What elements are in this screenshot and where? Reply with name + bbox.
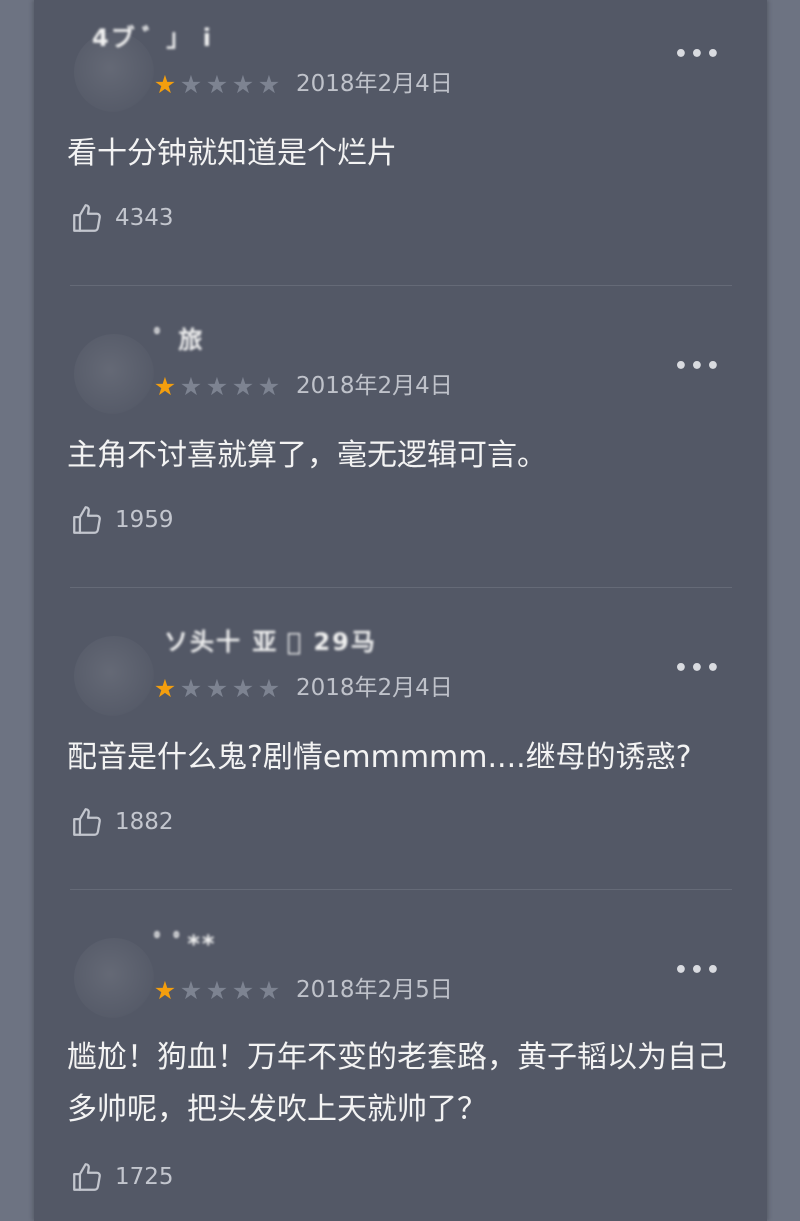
avatar[interactable]: [74, 334, 154, 414]
star-icon: ★: [179, 976, 203, 1005]
username[interactable]: ソ头十 亚 ゙ 29马: [164, 622, 377, 656]
avatar[interactable]: [74, 636, 154, 716]
thumbs-up-icon: [73, 506, 101, 534]
username[interactable]: 4ブ ﾞ 」 i: [92, 18, 213, 52]
like-button[interactable]: 1882: [70, 805, 174, 839]
star-rating: ★ ★ ★ ★ ★: [152, 976, 282, 1006]
thumbs-up-icon: [73, 204, 101, 232]
star-rating: ★ ★ ★ ★ ★: [152, 70, 282, 100]
star-icon: ★: [205, 976, 229, 1005]
username[interactable]: ﾟ 旅: [154, 320, 204, 354]
review-text: 配音是什么鬼?剧情emmmmm....继母的诱惑?: [67, 740, 692, 775]
more-horizontal-icon[interactable]: •••: [674, 356, 722, 378]
thumbs-up-icon: [73, 808, 101, 836]
like-button[interactable]: 1725: [70, 1160, 174, 1194]
review-card: ソ头十 亚 ゙ 29马 ★ ★ ★ ★ ★ 2018年2月4日 ••• 配音是什…: [34, 622, 767, 892]
review-text: 主角不讨喜就算了，毫无逻辑可言。: [67, 438, 547, 473]
divider: [70, 285, 732, 286]
review-card: ﾟ ﾟ** ★ ★ ★ ★ ★ 2018年2月5日 ••• 尴尬！狗血！万年不变…: [34, 924, 767, 1221]
like-count: 4343: [115, 205, 174, 231]
more-horizontal-icon[interactable]: •••: [674, 658, 722, 680]
review-date: 2018年2月5日: [296, 977, 453, 1003]
avatar[interactable]: [74, 938, 154, 1018]
star-icon: ★: [231, 70, 255, 99]
review-text: 看十分钟就知道是个烂片: [67, 136, 397, 171]
review-date: 2018年2月4日: [296, 71, 453, 97]
star-icon: ★: [205, 70, 229, 99]
username[interactable]: ﾟ ﾟ**: [154, 924, 216, 958]
like-count: 1882: [115, 809, 174, 835]
star-icon: ★: [205, 372, 229, 401]
star-icon: ★: [257, 674, 281, 703]
more-horizontal-icon[interactable]: •••: [674, 44, 722, 66]
reviews-panel: 4ブ ﾞ 」 i ★ ★ ★ ★ ★ 2018年2月4日 ••• 看十分钟就知道…: [34, 0, 767, 1221]
thumbs-up-icon: [73, 1163, 101, 1191]
star-icon: ★: [153, 976, 177, 1005]
star-icon: ★: [179, 674, 203, 703]
divider: [70, 587, 732, 588]
star-icon: ★: [231, 372, 255, 401]
star-icon: ★: [205, 674, 229, 703]
star-rating: ★ ★ ★ ★ ★: [152, 674, 282, 704]
star-icon: ★: [257, 976, 281, 1005]
star-icon: ★: [179, 372, 203, 401]
star-icon: ★: [153, 372, 177, 401]
review-card: ﾟ 旅 ★ ★ ★ ★ ★ 2018年2月4日 ••• 主角不讨喜就算了，毫无逻…: [34, 320, 767, 590]
star-icon: ★: [153, 70, 177, 99]
star-icon: ★: [231, 976, 255, 1005]
more-horizontal-icon[interactable]: •••: [674, 960, 722, 982]
like-count: 1959: [115, 507, 174, 533]
star-icon: ★: [257, 372, 281, 401]
star-icon: ★: [153, 674, 177, 703]
star-icon: ★: [231, 674, 255, 703]
review-text: 尴尬！狗血！万年不变的老套路，黄子韬以为自己多帅呢，把头发吹上天就帅了？: [67, 1040, 727, 1127]
star-rating: ★ ★ ★ ★ ★: [152, 372, 282, 402]
divider: [70, 889, 732, 890]
star-icon: ★: [179, 70, 203, 99]
review-date: 2018年2月4日: [296, 373, 453, 399]
star-icon: ★: [257, 70, 281, 99]
like-button[interactable]: 1959: [70, 503, 174, 537]
like-button[interactable]: 4343: [70, 201, 174, 235]
review-date: 2018年2月4日: [296, 675, 453, 701]
like-count: 1725: [115, 1164, 174, 1190]
review-card: 4ブ ﾞ 」 i ★ ★ ★ ★ ★ 2018年2月4日 ••• 看十分钟就知道…: [34, 18, 767, 288]
